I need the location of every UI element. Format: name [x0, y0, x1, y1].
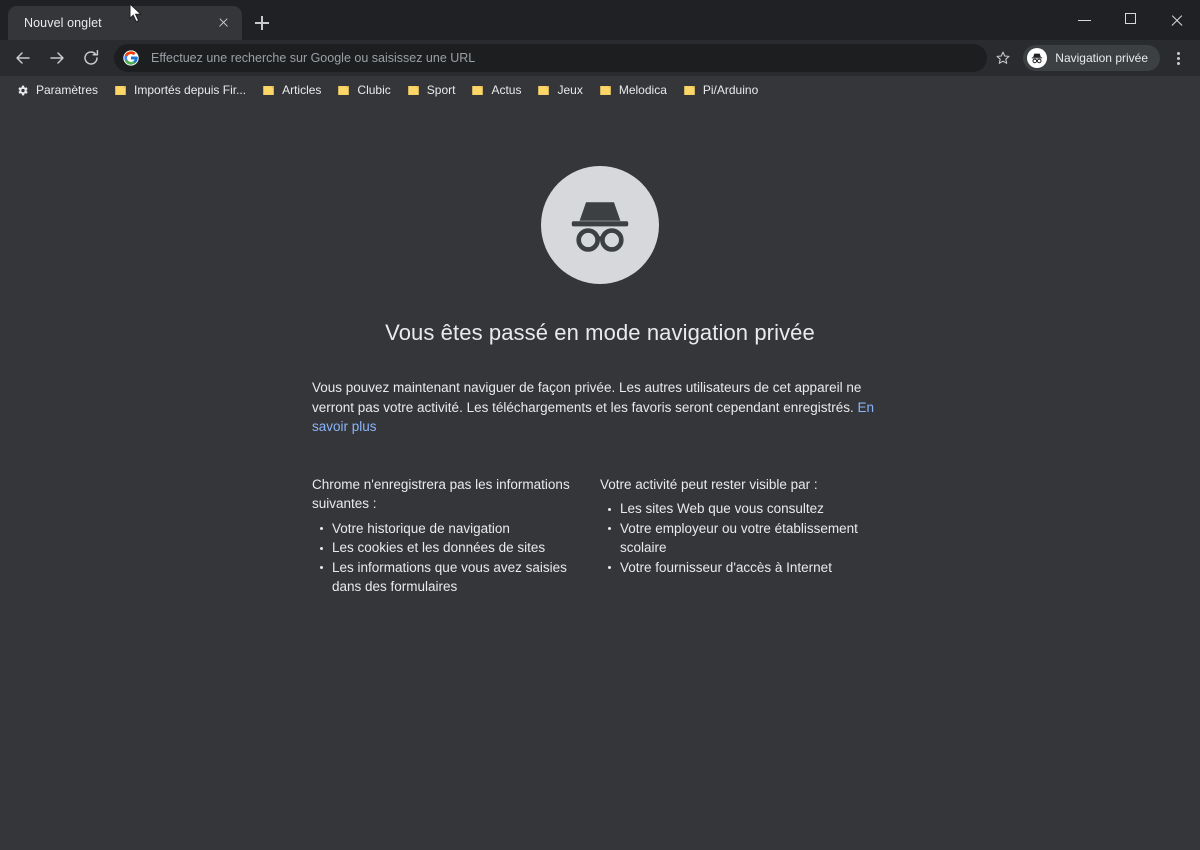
folder-icon: [471, 84, 484, 97]
page-content: Vous êtes passé en mode navigation privé…: [312, 104, 888, 597]
column-heading: Votre activité peut rester visible par :: [600, 476, 818, 492]
list-item: Votre historique de navigation: [320, 519, 574, 539]
bookmark-label: Importés depuis Fir...: [134, 83, 247, 97]
bookmark-item-actus[interactable]: Actus: [463, 79, 529, 101]
bookmark-label: Articles: [282, 83, 322, 97]
bookmark-item-sport[interactable]: Sport: [399, 79, 464, 101]
browser-toolbar: Effectuez une recherche sur Google ou sa…: [0, 40, 1200, 76]
incognito-avatar-icon: [1027, 48, 1048, 68]
google-g-icon: [123, 50, 139, 66]
incognito-new-tab-page: Vous êtes passé en mode navigation privé…: [0, 104, 1200, 850]
omnibox[interactable]: Effectuez une recherche sur Google ou sa…: [114, 44, 988, 72]
column-not-saved: Chrome n'enregistrera pas les informatio…: [312, 475, 600, 597]
maximize-icon[interactable]: [1108, 0, 1154, 40]
tab-close-icon[interactable]: [214, 14, 232, 32]
list-item: Les sites Web que vous consultez: [608, 499, 862, 519]
star-icon[interactable]: [989, 44, 1017, 72]
forward-arrow-icon[interactable]: [42, 43, 72, 73]
page-intro-text: Vous pouvez maintenant naviguer de façon…: [312, 380, 862, 415]
bookmark-item-articles[interactable]: Articles: [254, 79, 329, 101]
bookmark-item-jeux[interactable]: Jeux: [529, 79, 590, 101]
folder-icon: [599, 84, 612, 97]
bookmark-label: Clubic: [357, 83, 391, 97]
bookmark-item-parametres[interactable]: Paramètres: [8, 79, 106, 101]
tab-strip: Nouvel onglet: [0, 0, 1200, 40]
omnibox-placeholder-text: Effectuez une recherche sur Google ou sa…: [151, 51, 476, 65]
bookmark-item-pi-arduino[interactable]: Pi/Arduino: [675, 79, 766, 101]
back-arrow-icon[interactable]: [8, 43, 38, 73]
folder-icon: [683, 84, 696, 97]
bookmark-item-clubic[interactable]: Clubic: [329, 79, 398, 101]
folder-icon: [407, 84, 420, 97]
bookmark-label: Paramètres: [36, 83, 99, 97]
bookmark-label: Actus: [491, 83, 522, 97]
new-tab-button[interactable]: [248, 9, 276, 37]
folder-icon: [337, 84, 350, 97]
incognito-icon: [541, 166, 659, 284]
bookmark-item-importes-depuis-firefox[interactable]: Importés depuis Fir...: [106, 79, 254, 101]
bookmark-item-melodica[interactable]: Melodica: [591, 79, 675, 101]
folder-icon: [537, 84, 550, 97]
bookmarks-bar: Paramètres Importés depuis Fir... Articl…: [0, 76, 1200, 104]
column-still-visible: Votre activité peut rester visible par :…: [600, 475, 888, 597]
three-dots-menu-icon[interactable]: [1164, 44, 1192, 72]
info-columns: Chrome n'enregistrera pas les informatio…: [312, 475, 888, 597]
list-item: Les informations que vous avez saisies d…: [320, 558, 574, 597]
incognito-indicator[interactable]: Navigation privée: [1023, 45, 1160, 71]
incognito-indicator-label: Navigation privée: [1055, 51, 1148, 65]
page-intro: Vous pouvez maintenant naviguer de façon…: [312, 378, 888, 437]
tab-title: Nouvel onglet: [24, 16, 102, 30]
bookmark-label: Sport: [426, 83, 456, 97]
list-item: Les cookies et les données de sites: [320, 538, 574, 558]
browser-tab-active[interactable]: Nouvel onglet: [8, 6, 242, 40]
column-list: Votre historique de navigation Les cooki…: [312, 519, 574, 597]
list-item: Votre fournisseur d'accès à Internet: [608, 558, 862, 578]
column-heading: Chrome n'enregistrera pas les informatio…: [312, 476, 570, 512]
page-title: Vous êtes passé en mode navigation privé…: [385, 320, 815, 345]
browser-window: Nouvel onglet Effectuez une recherche su…: [0, 0, 1200, 850]
list-item: Votre employeur ou votre établissement s…: [608, 519, 862, 558]
close-icon[interactable]: [1154, 0, 1200, 40]
folder-icon: [262, 84, 275, 97]
gear-icon: [16, 84, 29, 97]
window-controls: [1062, 0, 1200, 40]
minimize-icon[interactable]: [1062, 0, 1108, 40]
column-list: Les sites Web que vous consultez Votre e…: [600, 499, 862, 577]
reload-icon[interactable]: [76, 43, 106, 73]
folder-icon: [114, 84, 127, 97]
bookmark-label: Pi/Arduino: [702, 83, 759, 97]
bookmark-label: Jeux: [557, 83, 583, 97]
bookmark-label: Melodica: [618, 83, 667, 97]
